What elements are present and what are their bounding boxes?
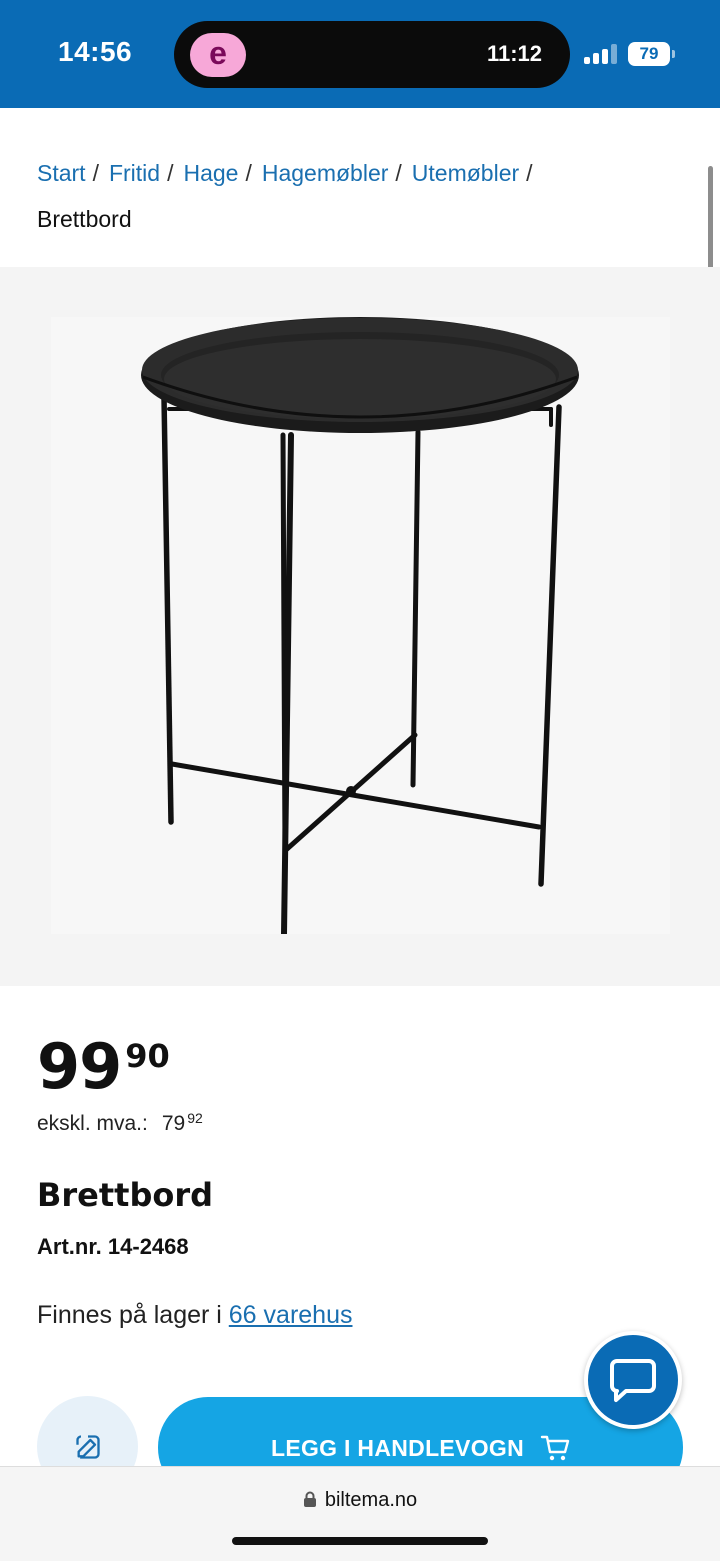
product-image-area[interactable] <box>0 267 720 986</box>
stock-stores-link[interactable]: 66 varehus <box>229 1301 353 1329</box>
browser-bottom-bar: biltema.no <box>0 1466 720 1561</box>
excl-vat-decimals: 92 <box>187 1110 203 1126</box>
product-title: Brettbord <box>37 1176 214 1214</box>
product-price: 99 90 <box>37 1034 170 1100</box>
breadcrumb-hage[interactable]: Hage <box>183 160 238 186</box>
dynamic-island[interactable]: e 11:12 <box>174 21 570 88</box>
stock-prefix: Finnes på lager i <box>37 1301 229 1329</box>
edit-icon <box>75 1434 100 1459</box>
article-number: Art.nr. 14-2468 <box>37 1234 189 1259</box>
breadcrumb-separator: / <box>245 160 252 186</box>
address-bar[interactable]: biltema.no <box>0 1489 720 1512</box>
breadcrumb-separator: / <box>92 160 99 186</box>
excl-vat-label: ekskl. mva.: <box>37 1112 148 1135</box>
product-image[interactable] <box>51 317 670 937</box>
tray-table-illustration <box>141 317 579 937</box>
chat-bubble-icon <box>610 1359 656 1402</box>
status-bar: 14:56 e 11:12 79 <box>0 0 720 108</box>
signal-icon <box>584 44 618 64</box>
stock-info: Finnes på lager i 66 varehus <box>37 1301 352 1330</box>
island-app-icon: e <box>190 33 246 77</box>
price-main: 99 <box>37 1030 122 1103</box>
breadcrumb-start[interactable]: Start <box>37 160 86 186</box>
island-timer: 11:12 <box>486 41 542 66</box>
breadcrumb-hagemobler[interactable]: Hagemøbler <box>262 160 389 186</box>
breadcrumb-utemobler[interactable]: Utemøbler <box>412 160 519 186</box>
status-time: 14:56 <box>58 36 133 67</box>
home-indicator[interactable] <box>232 1537 488 1545</box>
url-text: biltema.no <box>324 1489 418 1511</box>
price-decimals: 90 <box>125 1037 170 1075</box>
chat-button[interactable] <box>584 1331 682 1429</box>
price-excl-vat: ekskl. mva.: 79 92 <box>37 1110 203 1136</box>
breadcrumb-current: Brettbord <box>37 206 132 232</box>
cart-icon <box>540 1435 570 1460</box>
breadcrumb-separator: / <box>395 160 402 186</box>
excl-vat-main: 79 <box>161 1112 186 1135</box>
battery-indicator: 79 <box>628 42 675 66</box>
breadcrumb-fritid[interactable]: Fritid <box>109 160 160 186</box>
add-to-cart-label: LEGG I HANDLEVOGN <box>270 1435 524 1461</box>
lock-icon <box>303 1491 316 1507</box>
breadcrumb: Start / Fritid / Hage / Hagemøbler / Utemøbler / … <box>37 150 677 242</box>
breadcrumb-separator: / <box>526 160 533 186</box>
breadcrumb-separator: / <box>167 160 174 186</box>
